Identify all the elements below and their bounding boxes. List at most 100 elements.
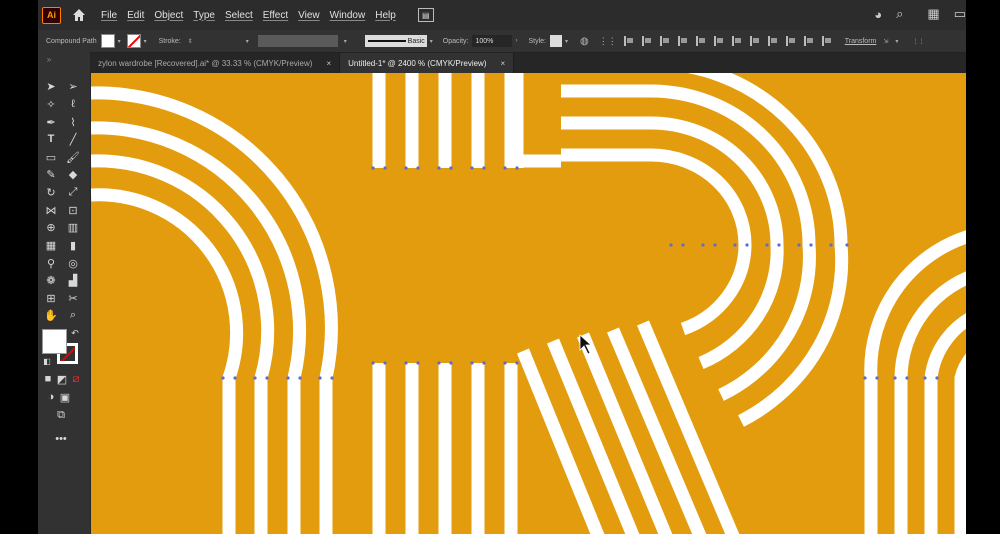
stroke-weight-field[interactable]	[199, 35, 240, 47]
chevron-down-icon[interactable]: ▾	[565, 38, 571, 45]
menu-help[interactable]: Help	[375, 10, 396, 21]
align-center-icon[interactable]	[641, 36, 654, 46]
shape-builder-icon[interactable]: ⊕	[44, 220, 58, 234]
artboard-tool-icon[interactable]: ⊞	[44, 291, 58, 305]
eraser-icon[interactable]: ◆	[66, 167, 80, 181]
stroke-stepper[interactable]: ⇕	[188, 38, 194, 45]
opacity-label[interactable]: Opacity:	[443, 38, 469, 45]
color-mode-icon[interactable]: ■	[41, 372, 55, 386]
more-options-icon[interactable]: ⋮⋮	[912, 38, 924, 45]
r-top-stripes[interactable]	[372, 73, 518, 168]
screen-mode-icon[interactable]: ▣	[58, 390, 72, 404]
distribute-middle-icon[interactable]	[749, 36, 762, 46]
rectangle-tool-icon[interactable]: ▭	[44, 150, 58, 164]
isolate-icon[interactable]: ⇲	[883, 38, 889, 45]
recolor-artwork-icon[interactable]: ◍	[580, 36, 589, 47]
paintbrush-icon[interactable]: 🖌	[66, 150, 80, 164]
slice-icon[interactable]: ✂	[66, 291, 80, 305]
column-graph-icon[interactable]: ▟	[66, 273, 80, 287]
scale-icon[interactable]: ⤢	[66, 185, 80, 199]
lasso-icon[interactable]: ℓ	[66, 97, 80, 111]
left-arcs[interactable]	[91, 86, 338, 534]
type-tool-icon[interactable]: T	[44, 132, 58, 146]
draw-mode-icon[interactable]: ◑	[44, 390, 58, 404]
gradient-mode-icon[interactable]: ◩	[55, 372, 69, 386]
collapse-icon[interactable]: »	[42, 52, 56, 66]
fill-color-swatch[interactable]	[100, 34, 115, 48]
width-tool-icon[interactable]: ⋈	[44, 203, 58, 217]
align-bottom-icon[interactable]	[713, 36, 726, 46]
tab-untitled-1[interactable]: Untitled-1* @ 2400 % (CMYK/Preview) ×	[340, 53, 515, 73]
default-colors-icon[interactable]: ◧	[40, 354, 54, 368]
gradient-icon[interactable]: ▮	[66, 238, 80, 252]
chevron-right-icon[interactable]: ›	[515, 38, 521, 44]
curvature-icon[interactable]: ⌇	[66, 115, 80, 129]
transform-link[interactable]: Transform	[845, 38, 877, 45]
none-mode-icon[interactable]: ⧄	[69, 372, 83, 386]
rotate-icon[interactable]: ↻	[44, 185, 58, 199]
r-bottom-stripes[interactable]	[372, 363, 518, 534]
menu-edit[interactable]: Edit	[127, 10, 144, 21]
anchor-point	[935, 376, 939, 380]
variable-width-profile[interactable]	[257, 35, 338, 47]
align-to-icon[interactable]: ⋮⋮	[599, 36, 617, 47]
stroke-color-swatch[interactable]	[126, 34, 141, 48]
menu-file[interactable]: File	[101, 10, 117, 21]
direct-selection-tool-icon[interactable]: ➢	[66, 79, 80, 93]
chevron-down-icon[interactable]: ▾	[895, 38, 901, 45]
menu-bar: Ai File Edit Object Type Select Effect V…	[38, 0, 966, 30]
hand-tool-icon[interactable]: ✋	[44, 308, 58, 322]
zoom-tool-icon[interactable]: ⌕	[66, 308, 80, 322]
pen-tool-icon[interactable]: ✒	[44, 115, 58, 129]
distribute-top-icon[interactable]	[731, 36, 744, 46]
tab-zylon-wardrobe[interactable]: zylon wardrobe [Recovered].ai* @ 33.33 %…	[90, 53, 341, 73]
menu-view[interactable]: View	[298, 10, 320, 21]
chevron-down-icon[interactable]: ▾	[144, 38, 150, 45]
change-screen-mode-icon[interactable]: ⧉	[54, 408, 68, 422]
right-arcs[interactable]	[864, 230, 966, 534]
artwork[interactable]	[91, 73, 966, 534]
brush-definition[interactable]: Basic	[364, 35, 427, 47]
blend-icon[interactable]: ◎	[66, 256, 80, 270]
home-icon[interactable]	[71, 7, 87, 23]
align-left-icon[interactable]	[623, 36, 636, 46]
symbol-sprayer-icon[interactable]: ❁	[44, 273, 58, 287]
close-icon[interactable]: ×	[501, 59, 506, 68]
edit-toolbar-icon[interactable]: •••	[54, 432, 68, 446]
align-right-icon[interactable]	[659, 36, 672, 46]
distribute-center-icon[interactable]	[803, 36, 816, 46]
distribute-right-icon[interactable]	[821, 36, 834, 46]
mesh-icon[interactable]: ▦	[44, 238, 58, 252]
search-icon[interactable]: ⌕	[896, 6, 903, 22]
arrange-docs-icon[interactable]: ▤	[417, 8, 434, 22]
chevron-down-icon[interactable]: ▾	[118, 38, 124, 45]
cloud-icon[interactable]: ▭	[954, 6, 966, 22]
user-icon[interactable]: ◕	[874, 7, 882, 22]
perspective-icon[interactable]: ▥	[66, 220, 80, 234]
eyedropper-icon[interactable]: ⚲	[44, 256, 58, 270]
free-transform-icon[interactable]: ⊡	[66, 203, 80, 217]
line-tool-icon[interactable]: ╱	[66, 132, 80, 146]
menu-effect[interactable]: Effect	[263, 10, 288, 21]
chevron-down-icon[interactable]: ▾	[246, 38, 252, 45]
chevron-down-icon[interactable]: ▾	[430, 38, 436, 45]
selection-tool-icon[interactable]: ➤	[44, 79, 58, 93]
menu-select[interactable]: Select	[225, 10, 253, 21]
menu-type[interactable]: Type	[193, 10, 215, 21]
chevron-down-icon[interactable]: ▾	[344, 38, 350, 45]
distribute-bottom-icon[interactable]	[767, 36, 780, 46]
fill-swatch[interactable]	[42, 329, 67, 354]
distribute-left-icon[interactable]	[785, 36, 798, 46]
align-top-icon[interactable]	[677, 36, 690, 46]
menu-object[interactable]: Object	[154, 10, 183, 21]
close-icon[interactable]: ×	[326, 59, 331, 68]
graphic-style-swatch[interactable]	[549, 35, 562, 47]
align-middle-icon[interactable]	[695, 36, 708, 46]
workspace-icon[interactable]: ▦	[927, 6, 939, 22]
swap-icon[interactable]: ↶	[68, 326, 82, 340]
shaper-icon[interactable]: ✎	[44, 167, 58, 181]
menu-window[interactable]: Window	[330, 10, 366, 21]
artboard-canvas[interactable]	[91, 73, 966, 534]
opacity-field[interactable]: 100%	[472, 35, 513, 47]
magic-wand-icon[interactable]: ✧	[44, 97, 58, 111]
